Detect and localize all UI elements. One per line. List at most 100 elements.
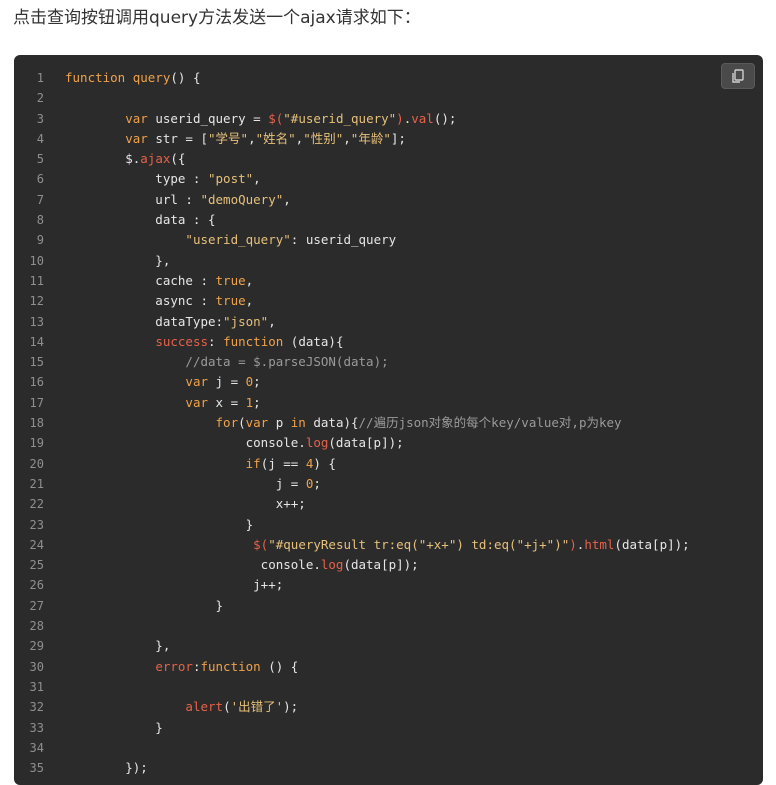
code-line: 27 }	[14, 596, 690, 616]
code-line: 30 error:function () {	[14, 657, 690, 677]
line-number: 28	[29, 619, 44, 634]
code-token: true	[215, 293, 246, 309]
code-token: "姓名"	[255, 130, 296, 146]
code-token: query	[132, 70, 171, 85]
line-number: 10	[29, 253, 44, 268]
code-token: ({	[170, 151, 186, 167]
code-line: 18 for(var p in data){//遍历json对象的每个key/v…	[14, 413, 690, 433]
code-text: }	[44, 515, 254, 535]
line-number: 30	[29, 659, 44, 674]
code-token: ,	[283, 191, 291, 207]
code-token: : userid_query	[290, 232, 397, 248]
code-text: },	[44, 636, 170, 656]
code-token: }	[65, 516, 254, 532]
code-line: 4 var str = ["学号","姓名","性别","年龄"];	[14, 129, 690, 149]
code-token: for	[215, 415, 239, 431]
intro-text: 点击查询按钮调用query方法发送一个ajax请求如下：	[13, 8, 421, 28]
code-text: success: function (data){	[44, 332, 344, 352]
code-token: ,	[245, 272, 254, 288]
code-text: j = 0;	[44, 474, 321, 494]
code-token: "#userid_query"	[283, 110, 397, 126]
line-number: 25	[29, 558, 44, 573]
code-line: 15 //data = $.parseJSON(data);	[14, 352, 690, 372]
code-text: type : "post",	[44, 169, 260, 189]
line-number: 31	[29, 679, 44, 694]
code-line: 20 if(j == 4) {	[14, 454, 690, 474]
code-token: () {	[170, 70, 201, 85]
code-text: });	[44, 758, 148, 778]
code-text: var j = 0;	[44, 372, 261, 392]
code-text: "userid_query": userid_query	[44, 230, 396, 250]
code-line: 5 $.ajax({	[14, 149, 690, 169]
code-line: 23 }	[14, 515, 690, 535]
code-token: (data){	[283, 333, 344, 349]
code-line: 26 j++;	[14, 575, 690, 595]
code-token: );	[283, 699, 299, 715]
copy-icon	[732, 68, 744, 83]
code-token: $(	[268, 110, 284, 126]
code-token: ,	[268, 313, 276, 329]
code-line: 24 $("#queryResult tr:eq("+x+") td:eq("+…	[14, 535, 690, 555]
line-number: 19	[29, 436, 44, 451]
code-token: j =	[208, 374, 246, 390]
code-token: error	[155, 658, 193, 674]
code-text: var str = ["学号","姓名","性别","年龄"];	[44, 129, 406, 149]
code-text: console.log(data[p]);	[44, 433, 404, 453]
code-token: ,	[343, 130, 351, 146]
code-text: $.ajax({	[44, 149, 185, 169]
code-token: //data = $.parseJSON(data);	[185, 354, 389, 370]
code-token: j =	[65, 475, 306, 491]
code-line: 8 data : {	[14, 210, 690, 230]
code-text: async : true,	[44, 291, 253, 311]
line-number: 18	[29, 416, 44, 431]
code-text: console.log(data[p]);	[44, 555, 419, 575]
code-token: ,	[245, 293, 254, 309]
line-number: 8	[36, 213, 44, 228]
code-text: var x = 1;	[44, 393, 261, 413]
code-token: (data[p]);	[614, 536, 690, 552]
code-token: ;	[253, 374, 261, 390]
code-token: var	[125, 130, 148, 146]
code-token: var	[125, 110, 148, 126]
code-token: function	[200, 658, 261, 674]
code-line: 19 console.log(data[p]);	[14, 433, 690, 453]
line-number: 34	[29, 740, 44, 755]
code-token: async :	[65, 293, 216, 309]
code-text: if(j == 4) {	[44, 454, 336, 474]
code-token: val	[411, 110, 434, 126]
line-number: 21	[29, 476, 44, 491]
code-line: 10 },	[14, 251, 690, 271]
code-token: ;	[313, 475, 321, 491]
copy-button[interactable]	[721, 63, 755, 89]
code-token: var	[185, 374, 208, 390]
code-text: $("#queryResult tr:eq("+x+") td:eq("+j+"…	[44, 535, 690, 555]
line-number: 35	[29, 761, 44, 776]
line-number: 15	[29, 355, 44, 370]
code-token: "json"	[223, 313, 269, 329]
code-token: ();	[433, 110, 457, 126]
code-text: dataType:"json",	[44, 312, 276, 332]
code-text: j++;	[44, 575, 283, 595]
code-token: () {	[260, 658, 299, 674]
code-token: ;	[253, 394, 261, 410]
code-line: 6 type : "post",	[14, 169, 690, 189]
code-line: 21 j = 0;	[14, 474, 690, 494]
code-text: for(var p in data){//遍历json对象的每个key/valu…	[44, 413, 622, 433]
line-number: 20	[29, 456, 44, 471]
code-token: )	[569, 536, 577, 552]
code-token: p	[268, 415, 291, 431]
code-text: }	[44, 596, 224, 616]
code-token: "年龄"	[350, 130, 391, 146]
code-line: 29 },	[14, 636, 690, 656]
line-number: 16	[29, 375, 44, 390]
line-number: 26	[29, 578, 44, 593]
line-number: 29	[29, 639, 44, 654]
line-number: 3	[36, 111, 44, 126]
